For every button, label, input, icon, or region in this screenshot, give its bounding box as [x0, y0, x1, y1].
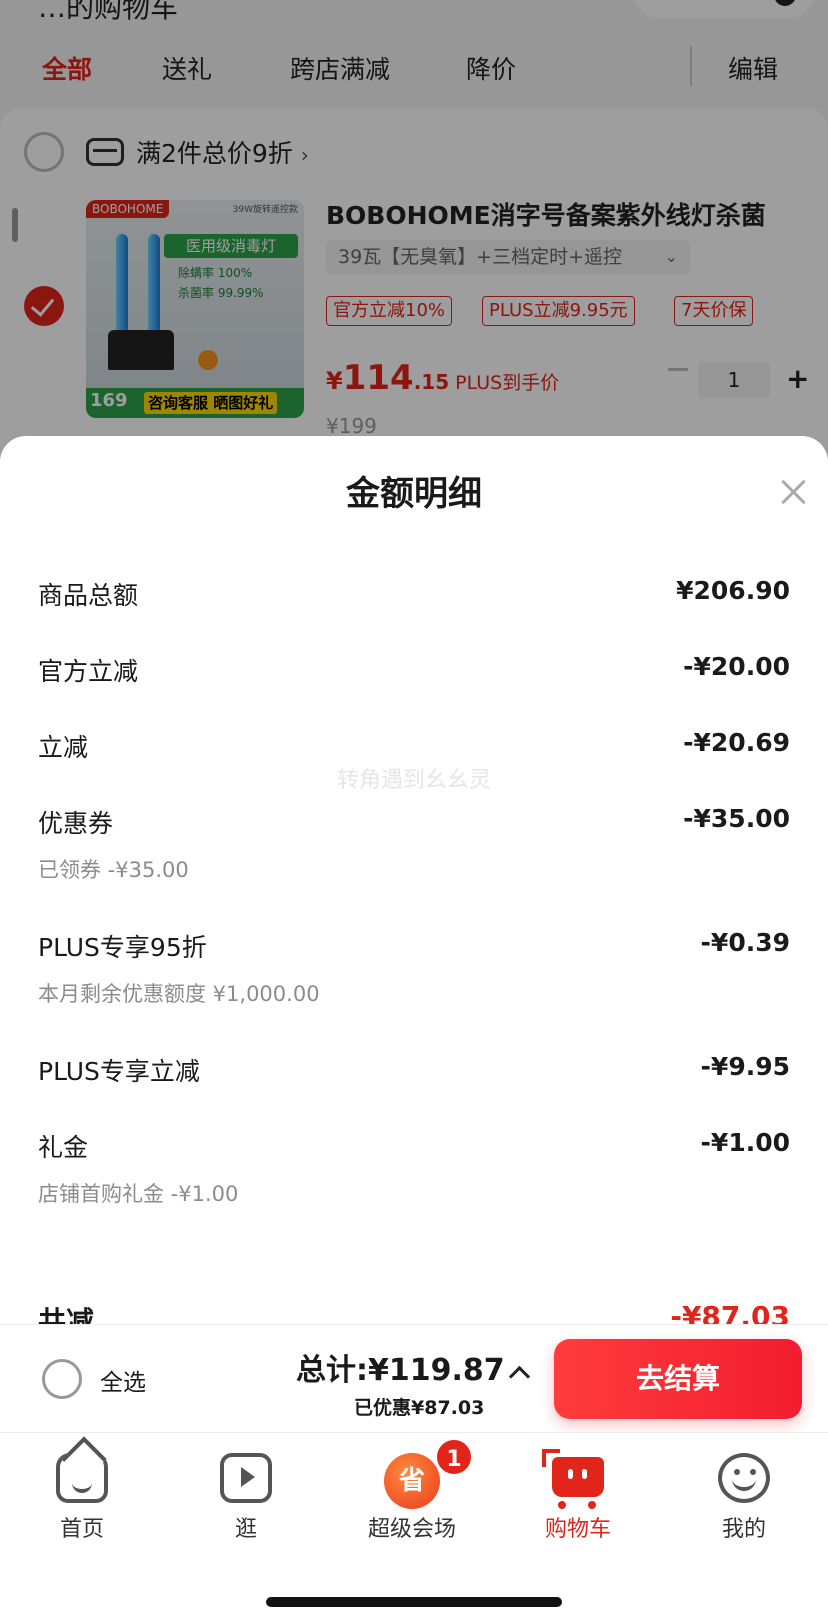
total-discount-value: -¥87.03 [670, 1300, 790, 1326]
total-discount-label: 共减 [38, 1305, 95, 1326]
detail-value: -¥0.39 [700, 928, 790, 957]
home-indicator [266, 1597, 562, 1607]
cart-icon [542, 1449, 604, 1509]
detail-label: 商品总额 [38, 581, 139, 610]
cart-background: …的购物车 全部 送礼 跨店满减 降价 编辑 满2件总价9折 › BOBOHOM… [0, 0, 828, 460]
detail-label: 立减 [38, 733, 89, 762]
close-icon[interactable] [776, 474, 812, 510]
chevron-up-icon[interactable] [506, 1359, 530, 1383]
nav-label: 首页 [59, 1517, 104, 1542]
checkout-bar: 全选 总计:¥119.87 已优惠¥87.03 去结算 [0, 1324, 828, 1432]
nav-item-mega-sale[interactable]: 省 1 超级会场 [342, 1437, 482, 1543]
video-icon [220, 1453, 272, 1503]
detail-value: -¥9.95 [700, 1052, 790, 1081]
notification-badge: 1 [434, 1437, 474, 1477]
nav-label: 超级会场 [367, 1517, 456, 1542]
detail-label: 优惠券 [38, 809, 114, 838]
nav-label: 我的 [721, 1517, 766, 1542]
nav-item-cart[interactable]: 购物车 [508, 1443, 648, 1543]
nav-label: 购物车 [544, 1517, 611, 1542]
home-icon [56, 1453, 108, 1503]
total-price: 总计:¥119.87 [296, 1353, 505, 1388]
detail-value: -¥1.00 [700, 1128, 790, 1157]
detail-sub: 本月剩余优惠额度 ¥1,000.00 [38, 982, 320, 1006]
nav-label: 逛 [234, 1517, 257, 1542]
nav-item-me[interactable]: 我的 [674, 1443, 814, 1543]
mega-sale-icon: 省 [384, 1453, 440, 1509]
detail-value: ¥206.90 [676, 576, 790, 605]
modal-overlay[interactable] [0, 0, 828, 460]
detail-label: 礼金 [38, 1133, 89, 1162]
detail-sub: 已领券 -¥35.00 [38, 858, 189, 882]
detail-label: PLUS专享立减 [38, 1057, 200, 1086]
detail-sub: 店铺首购礼金 -¥1.00 [38, 1182, 239, 1206]
saved-amount: 已优惠¥87.03 [354, 1397, 485, 1419]
select-all-radio[interactable] [42, 1359, 82, 1399]
select-all-label[interactable]: 全选 [100, 1363, 146, 1397]
checkout-button[interactable]: 去结算 [554, 1339, 802, 1419]
sheet-title: 金额明细 [346, 474, 482, 514]
cart-eyes [568, 1469, 573, 1479]
amount-detail-sheet: 金额明细 转角遇到幺幺灵 商品总额 ¥206.90 官方立减 -¥20.00 立… [0, 436, 828, 1326]
detail-label: PLUS专享95折 [38, 933, 207, 962]
smile-icon [718, 1453, 770, 1503]
watermark: 转角遇到幺幺灵 [336, 768, 491, 793]
detail-value: -¥20.00 [683, 652, 790, 681]
detail-value: -¥35.00 [683, 804, 790, 833]
nav-item-browse[interactable]: 逛 [176, 1443, 316, 1543]
detail-label: 官方立减 [38, 657, 139, 686]
detail-value: -¥20.69 [683, 728, 790, 757]
bottom-nav: 首页 逛 省 1 超级会场 购物车 我的 [0, 1432, 828, 1620]
nav-item-home[interactable]: 首页 [12, 1443, 152, 1543]
